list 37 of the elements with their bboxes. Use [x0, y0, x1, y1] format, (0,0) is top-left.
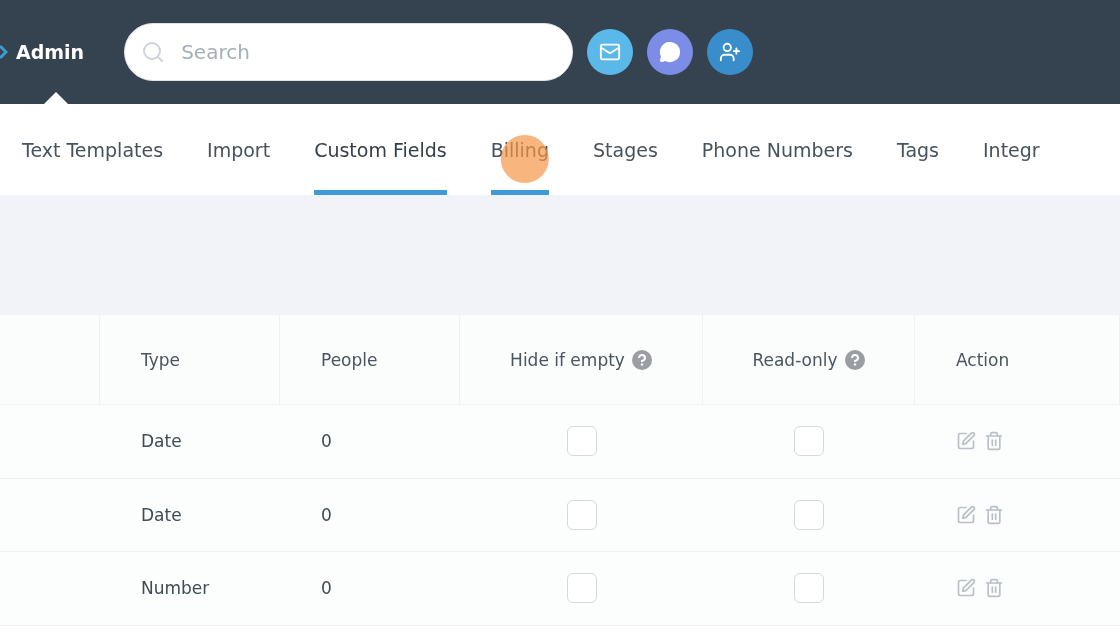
page-title: Admin: [16, 41, 85, 63]
search-field[interactable]: Search: [124, 23, 574, 81]
edit-icon[interactable]: [956, 504, 976, 525]
chat-bubble-icon: [659, 41, 682, 63]
trash-icon[interactable]: [984, 431, 1004, 452]
checkbox[interactable]: [794, 573, 824, 604]
tab[interactable]: Tags: [896, 104, 939, 195]
caret-icon: [44, 92, 68, 104]
column-header: Type: [141, 349, 181, 370]
help-icon[interactable]: [631, 349, 652, 370]
add-user-button[interactable]: [707, 29, 754, 75]
search-input[interactable]: Search: [179, 39, 557, 65]
column-header: Read-only: [752, 349, 838, 370]
column-header: People: [321, 349, 378, 370]
mail-icon: [599, 41, 622, 63]
checkbox[interactable]: [566, 499, 597, 530]
trash-icon[interactable]: [984, 504, 1004, 525]
chat-button[interactable]: [647, 29, 694, 75]
edit-icon[interactable]: [956, 431, 976, 452]
checkbox[interactable]: [566, 426, 597, 457]
tab[interactable]: Phone Numbers: [701, 104, 853, 195]
checkbox[interactable]: [566, 573, 597, 604]
column-header: Action: [956, 349, 1010, 370]
back-chevron-icon[interactable]: [0, 44, 8, 60]
tab[interactable]: Import: [207, 104, 271, 195]
help-icon[interactable]: [844, 349, 865, 370]
edit-icon[interactable]: [956, 578, 976, 599]
mail-button[interactable]: [587, 29, 634, 75]
search-icon: [141, 40, 166, 64]
trash-icon[interactable]: [984, 578, 1004, 599]
add-user-icon: [719, 41, 742, 63]
checkbox[interactable]: [794, 499, 824, 530]
checkbox[interactable]: [794, 426, 824, 457]
tab[interactable]: Text Templates: [22, 104, 164, 195]
tab[interactable]: Stages: [593, 104, 658, 195]
column-header: Hide if empty: [510, 349, 625, 370]
tab[interactable]: Integr: [983, 104, 1040, 195]
